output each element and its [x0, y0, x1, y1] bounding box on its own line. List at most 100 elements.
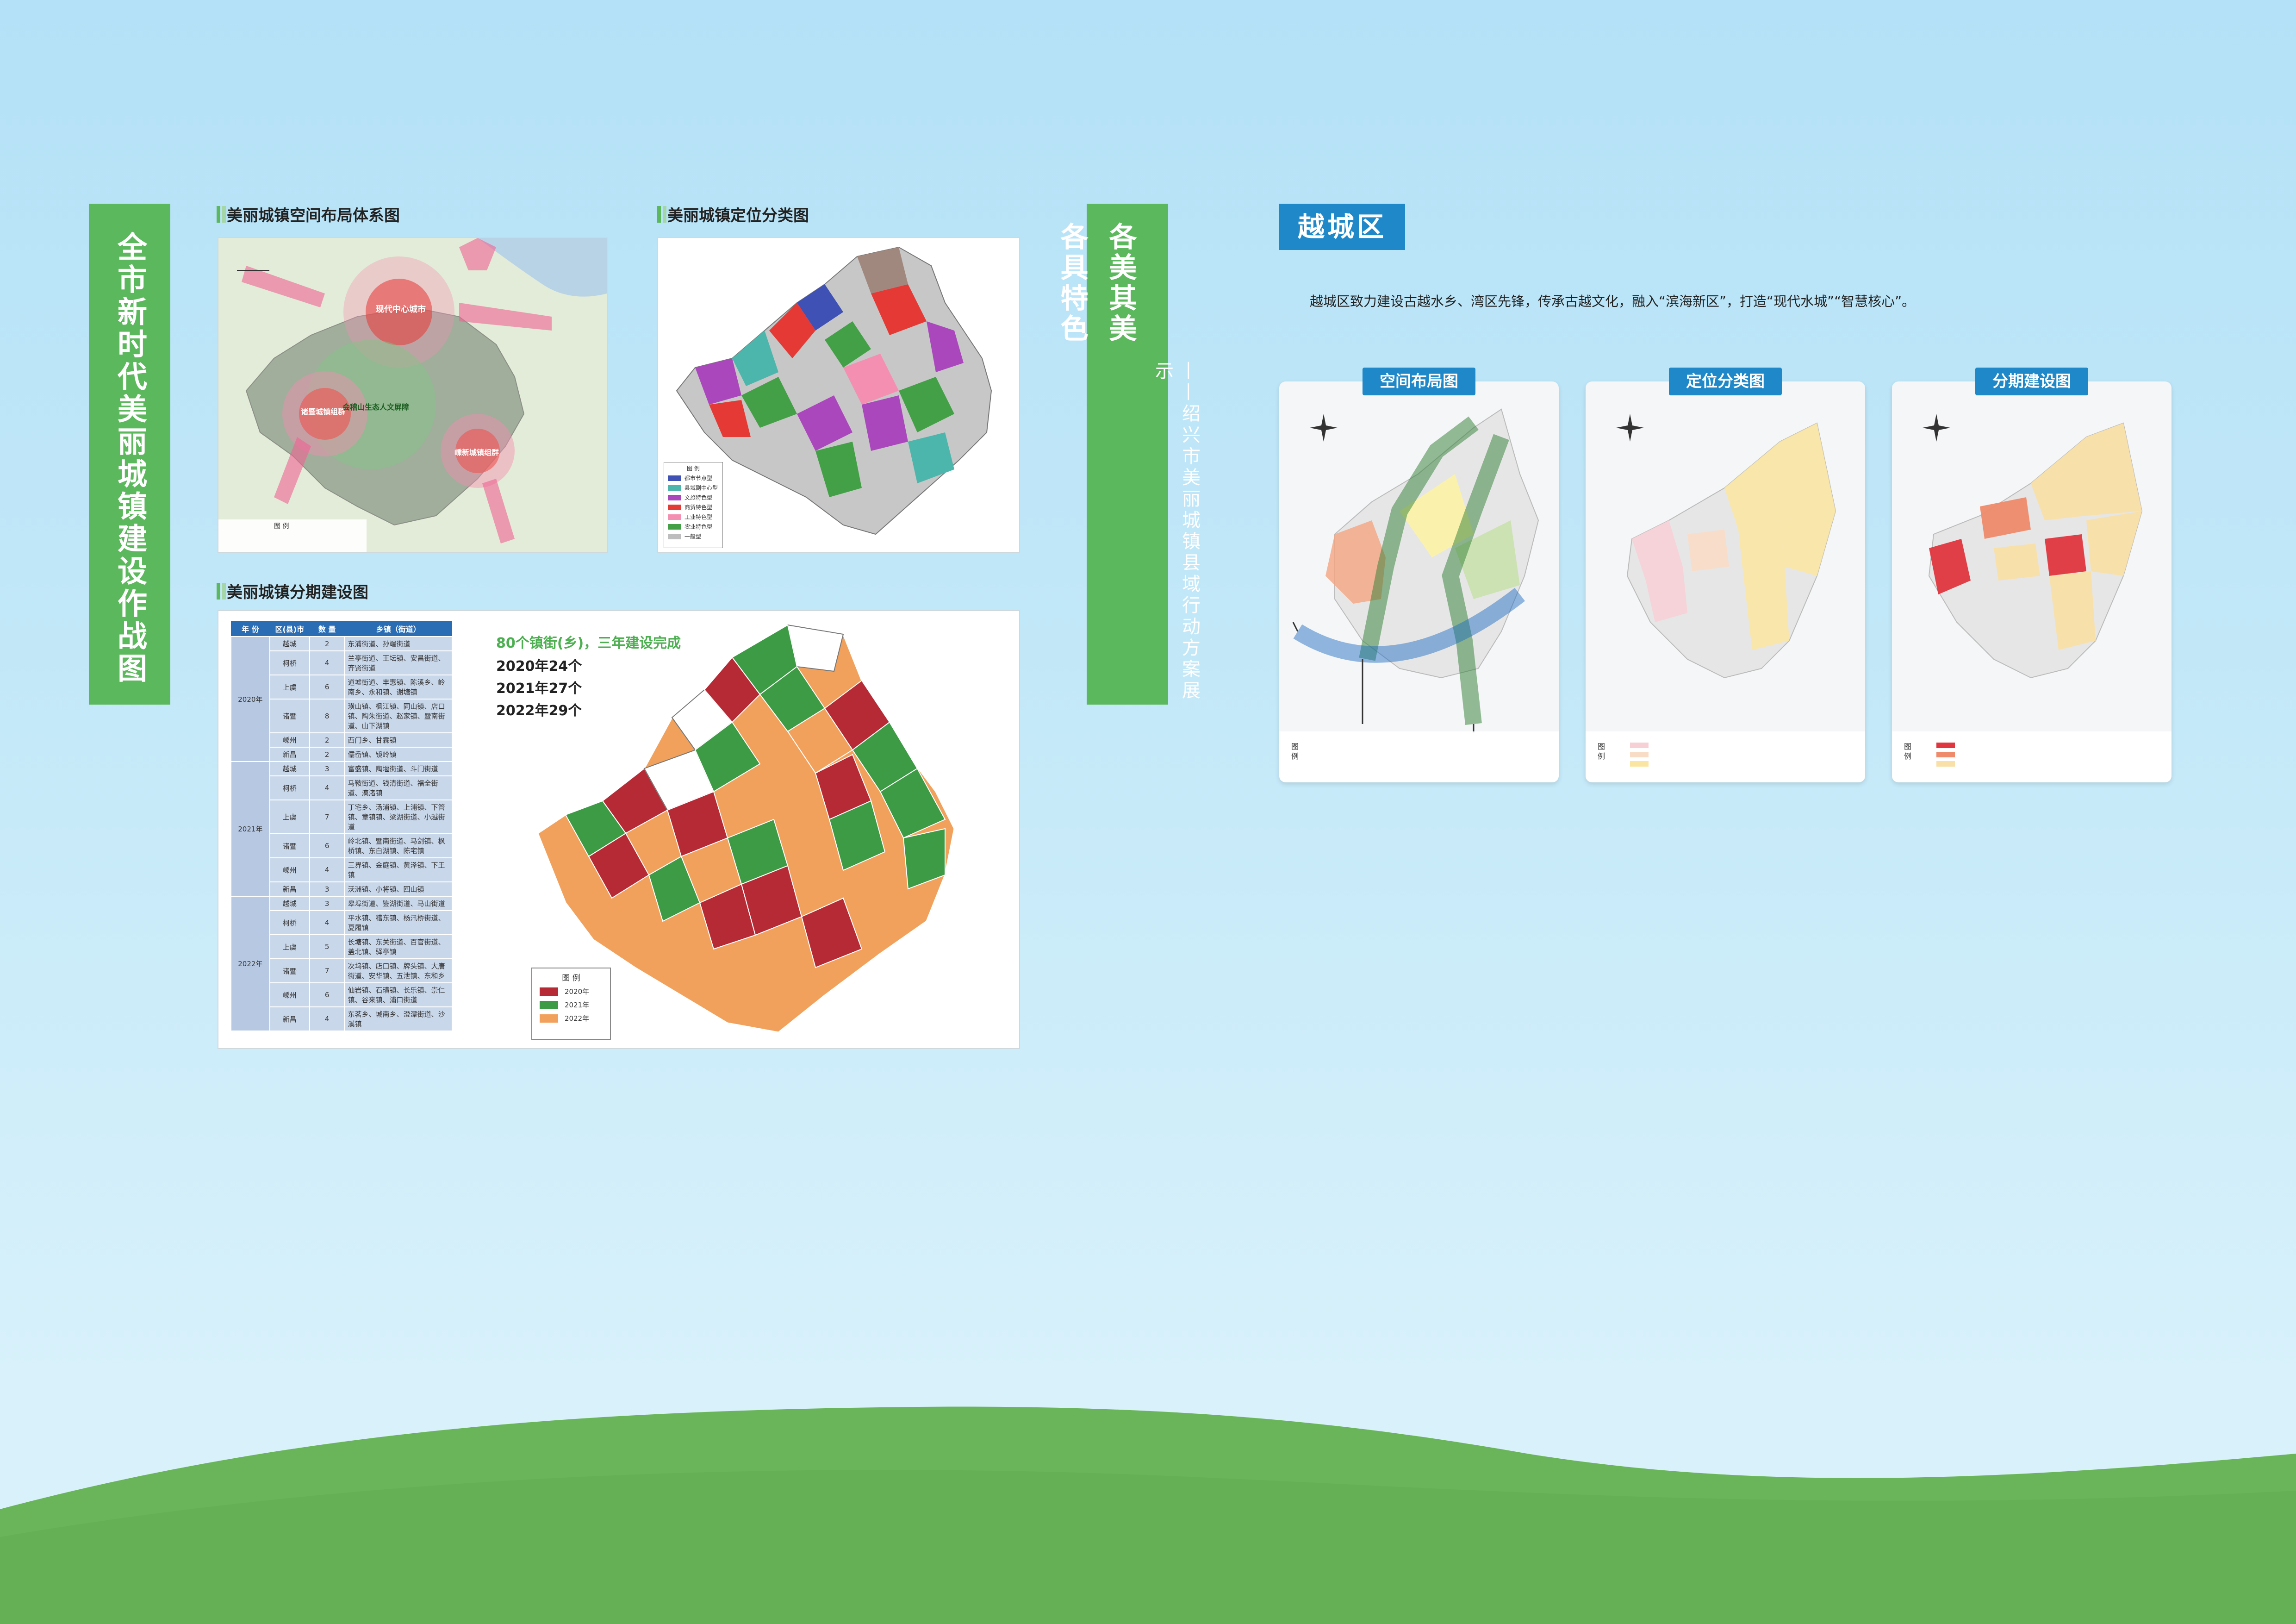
middle-subtitle: ——绍兴市美丽城镇县域行动方案展示 [1152, 361, 1200, 702]
yuecheng-card-spatial-legend: 图 例 [1290, 743, 1299, 760]
section-title-phase-text: 美丽城镇分期建设图 [227, 583, 368, 602]
table-cell-district: 上虞 [269, 800, 310, 834]
table-year-cell: 2021年 [230, 761, 270, 897]
phase-legend-rows: 2020年 2021年 2022年 [532, 987, 610, 1023]
table-cell-towns: 平水镇、稽东镇、杨汛桥街道、夏履镇 [344, 910, 453, 935]
table-cell-district: 柯桥 [269, 775, 310, 800]
position-legend-item: 商贸特色型 [668, 503, 719, 511]
yuecheng-card-phase: 图 例 [1892, 381, 2172, 782]
north-arrow-icon [1923, 414, 1950, 442]
legend-swatch [668, 475, 681, 481]
spatial-label-ecology: 会稽山生态人文屏障 [342, 403, 410, 412]
spatial-legend-title: 图 例 [274, 523, 289, 530]
phase-legend-item: 2020年 [540, 987, 603, 996]
legend-swatch [668, 514, 681, 520]
table-row: 2021年 越城 3 富盛镇、陶堰街道、斗门街道 [230, 761, 453, 897]
table-header-cell: 年 份 [231, 621, 270, 637]
yuecheng-description: 越城区致力建设古越水乡、湾区先锋，传承古越文化，融入“滨海新区”，打造“现代水城… [1310, 294, 1916, 309]
table-cell-district: 诸暨 [269, 958, 310, 983]
position-legend-item: 都市节点型 [668, 474, 719, 482]
section-title-phase: 美丽城镇分期建设图 [217, 580, 368, 602]
position-legend-item: 农业特色型 [668, 523, 719, 531]
section-title-spatial: 美丽城镇空间布局体系图 [217, 203, 400, 225]
legend-label: 农业特色型 [684, 524, 713, 530]
table-cell-count: 5 [309, 934, 345, 959]
legend-swatch [540, 987, 558, 996]
yuecheng-spatial-map [1279, 408, 1559, 782]
spatial-label-east: 嵊新城镇组群 [454, 448, 499, 457]
legend-label: 商贸特色型 [684, 504, 713, 511]
table-cell-district: 上虞 [269, 934, 310, 959]
position-legend-rows: 都市节点型 县域副中心型 文旅特色型 商贸特色型 工业特色型 农业特色型 一般型 [664, 474, 722, 540]
yuecheng-tab-position[interactable]: 定位分类图 [1669, 368, 1782, 395]
table-header-cell: 区(县)市 [269, 621, 310, 637]
table-cell-district: 嵊州 [269, 982, 310, 1007]
table-cell-towns: 沃洲镇、小将镇、回山镇 [344, 881, 453, 897]
legend-label: 县域副中心型 [684, 485, 718, 491]
phase-panel: 年 份区(县)市数 量乡镇（街道） 2020年 越城 2 东浦街道、孙端街道 柯桥 4 兰亭街… [218, 610, 1020, 1049]
legend-swatch [540, 1000, 558, 1009]
table-cell-towns: 仙岩镇、石璜镇、长乐镇、崇仁镇、谷来镇、浦口街道 [344, 982, 453, 1007]
table-cell-district: 嵊州 [269, 732, 310, 748]
yuecheng-tab-spatial[interactable]: 空间布局图 [1363, 368, 1475, 395]
section-title-position-text: 美丽城镇定位分类图 [667, 206, 809, 225]
phase-legend-title: 图 例 [562, 974, 580, 983]
yuecheng-phase-map [1892, 414, 2172, 782]
position-legend-item: 县域副中心型 [668, 484, 719, 492]
spatial-label-west: 诸暨城镇组群 [301, 407, 346, 416]
table-cell-district: 柯桥 [269, 910, 310, 935]
legend-label: 都市节点型 [684, 475, 713, 481]
spatial-map [218, 238, 607, 552]
middle-title-line1: 各具特色 [1056, 222, 1088, 344]
table-cell-district: 上虞 [269, 675, 310, 700]
legend-swatch [668, 494, 681, 500]
position-legend-item: 工业特色型 [668, 513, 719, 521]
legend-label: 文旅特色型 [684, 494, 713, 501]
legend-label: 工业特色型 [684, 514, 713, 520]
table-cell-towns: 兰亭街道、王坛镇、安昌街道、齐贤街道 [344, 650, 453, 675]
table-cell-towns: 马鞍街道、钱清街道、福全街道、漓渚镇 [344, 775, 453, 800]
legend-swatch [668, 485, 681, 491]
table-cell-towns: 皋埠街道、鉴湖街道、马山街道 [344, 896, 453, 911]
table-cell-count: 4 [309, 857, 345, 882]
table-cell-towns: 东茗乡、城南乡、澄潭街道、沙溪镇 [344, 1006, 453, 1031]
left-title-text: 全市新时代美丽城镇建设作战图 [112, 231, 147, 685]
table-header-cell: 乡镇（街道） [344, 621, 452, 637]
table-cell-count: 4 [309, 1006, 345, 1031]
section-title-position: 美丽城镇定位分类图 [657, 203, 809, 225]
table-cell-count: 6 [309, 982, 345, 1007]
phase-legend-item: 2021年 [540, 1000, 603, 1010]
table-cell-district: 柯桥 [269, 650, 310, 675]
section-bar-icon [217, 206, 220, 223]
spatial-map-panel: 现代中心城市 诸暨城镇组群 会稽山生态人文屏障 嵊新城镇组群 图 例 [218, 237, 608, 553]
table-cell-towns: 长塘镇、东关街道、百官街道、盖北镇、驿亭镇 [344, 934, 453, 959]
table-cell-count: 6 [309, 675, 345, 700]
yuecheng-title-badge: 越城区 [1279, 204, 1405, 250]
table-cell-count: 4 [309, 650, 345, 675]
table-cell-district: 诸暨 [269, 699, 310, 733]
legend-swatch [668, 524, 681, 530]
position-legend: 图 例 都市节点型 县域副中心型 文旅特色型 商贸特色型 工业特色型 农业特色型 一般型 [664, 462, 723, 548]
north-arrow-icon [1616, 414, 1644, 442]
table-cell-towns: 富盛镇、陶堰街道、斗门街道 [344, 761, 453, 776]
table-cell-district: 嵊州 [269, 857, 310, 882]
table-cell-count: 4 [309, 910, 345, 935]
middle-title-banner: 各具特色 各美其美 ——绍兴市美丽城镇县域行动方案展示 [1056, 204, 1200, 705]
table-cell-count: 2 [309, 636, 345, 651]
phase-legend: 图 例 2020年 2021年 2022年 [531, 968, 611, 1040]
table-cell-towns: 西门乡、甘霖镇 [344, 732, 453, 748]
table-cell-district: 新昌 [269, 747, 310, 762]
yuecheng-tab-phase[interactable]: 分期建设图 [1975, 368, 2088, 395]
section-bar-icon [217, 582, 220, 600]
yuecheng-title: 越城区 [1297, 211, 1387, 243]
position-legend-item: 文旅特色型 [668, 493, 719, 501]
yuecheng-card-spatial: 图 例 [1279, 381, 1559, 782]
legend-swatch [668, 533, 681, 539]
table-cell-count: 7 [309, 958, 345, 983]
legend-swatch [540, 1014, 558, 1023]
phase-legend-item: 2022年 [540, 1013, 603, 1023]
table-cell-towns: 岭北镇、暨南街道、马剑镇、枫桥镇、东白湖镇、陈宅镇 [344, 833, 453, 858]
table-cell-count: 8 [309, 699, 345, 733]
table-cell-district: 新昌 [269, 1006, 310, 1031]
table-cell-count: 4 [309, 775, 345, 800]
